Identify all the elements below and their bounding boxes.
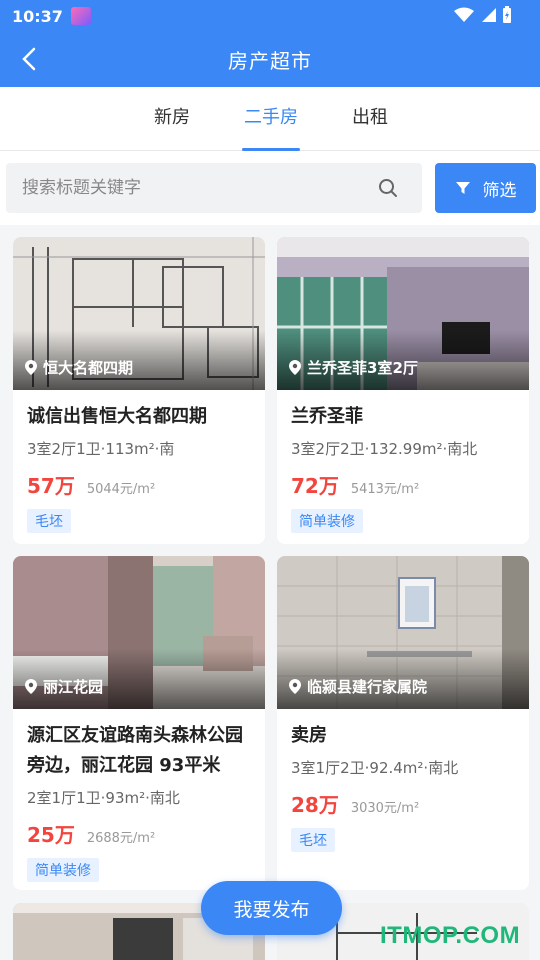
card-body: 源汇区友谊路南头森林公园旁边，丽江花园 93平米 2室1厅1卫·93m²·南北 … (13, 709, 265, 882)
price-row: 28万 3030元/m² (291, 789, 515, 818)
filter-button[interactable]: 筛选 (435, 163, 536, 213)
price-row: 57万 5044元/m² (27, 470, 251, 499)
unit-price: 2688元/m² (86, 831, 156, 846)
listing-photo: 临颍县建行家属院 (277, 556, 529, 709)
location-label: 临颍县建行家属院 (289, 676, 427, 697)
listing-price: 57万 (27, 474, 75, 498)
decoration-tag: 毛坯 (27, 509, 71, 533)
listing-price: 72万 (291, 474, 339, 498)
location-pin-icon (289, 360, 301, 375)
battery-icon (503, 6, 511, 23)
listing-card[interactable]: 恒大名都四期 诚信出售恒大名都四期 3室2厅1卫·113m²·南 57万 504… (13, 237, 265, 544)
search-box (6, 163, 422, 213)
listing-card[interactable]: 兰乔圣菲3室2厅 兰乔圣菲 3室2厅2卫·132.99m²·南北 72万 541… (277, 237, 529, 544)
location-label: 丽江花园 (25, 676, 103, 697)
unit-price: 3030元/m² (350, 801, 420, 816)
listing-title: 卖房 (291, 725, 327, 746)
filter-icon (455, 182, 470, 194)
top-app-bar: 10:37 房产超市 (0, 0, 540, 87)
listing-spec: 3室2厅1卫·113m²·南 (27, 440, 175, 458)
tab-second-hand[interactable]: 二手房 (238, 87, 304, 151)
chevron-left-icon (22, 47, 36, 71)
location-text: 临颍县建行家属院 (307, 678, 428, 696)
filter-label: 筛选 (482, 180, 517, 201)
listing-spec: 3室1厅2卫·92.4m²·南北 (291, 759, 459, 777)
category-tabs: 新房 二手房 出租 (0, 87, 540, 151)
status-time: 10:37 (12, 6, 63, 26)
search-row: 筛选 (0, 151, 540, 225)
back-button[interactable] (14, 44, 44, 74)
listing-card[interactable]: 丽江花园 源汇区友谊路南头森林公园旁边，丽江花园 93平米 2室1厅1卫·93m… (13, 556, 265, 890)
listing-spec: 3室2厅2卫·132.99m²·南北 (291, 440, 478, 458)
location-text: 恒大名都四期 (43, 359, 134, 377)
nav-bar: 房产超市 (0, 32, 540, 87)
price-row: 72万 5413元/m² (291, 470, 515, 499)
listing-photo: 丽江花园 (13, 556, 265, 709)
location-text: 丽江花园 (43, 678, 104, 696)
listing-photo: 恒大名都四期 (13, 237, 265, 390)
location-label: 恒大名都四期 (25, 357, 133, 378)
tab-new-house[interactable]: 新房 (140, 87, 204, 151)
listing-title: 兰乔圣菲 (291, 406, 363, 427)
watermark: ITMOP.COM (380, 922, 521, 949)
search-icon[interactable] (378, 178, 398, 198)
unit-price: 5044元/m² (86, 482, 156, 497)
listing-title: 诚信出售恒大名都四期 (27, 406, 207, 427)
card-body: 卖房 3室1厅2卫·92.4m²·南北 28万 3030元/m² 毛坯 (277, 709, 529, 852)
notification-app-icon (70, 7, 91, 25)
decoration-tag: 简单装修 (27, 858, 99, 882)
tab-rental[interactable]: 出租 (338, 87, 402, 151)
location-text: 兰乔圣菲3室2厅 (307, 359, 418, 377)
listing-photo: 兰乔圣菲3室2厅 (277, 237, 529, 390)
listing-card[interactable]: 临颍县建行家属院 卖房 3室1厅2卫·92.4m²·南北 28万 3030元/m… (277, 556, 529, 890)
decoration-tag: 毛坯 (291, 828, 335, 852)
publish-button[interactable]: 我要发布 (201, 881, 342, 935)
decoration-tag: 简单装修 (291, 509, 363, 533)
status-icons (454, 6, 512, 24)
page-title: 房产超市 (228, 49, 312, 73)
signal-icon (482, 8, 496, 22)
status-bar: 10:37 (0, 0, 540, 32)
wifi-icon (454, 7, 474, 22)
location-label: 兰乔圣菲3室2厅 (289, 357, 418, 378)
listing-price: 28万 (291, 793, 339, 817)
location-pin-icon (25, 360, 37, 375)
location-pin-icon (25, 679, 37, 694)
listing-spec: 2室1厅1卫·93m²·南北 (27, 789, 180, 807)
listing-price: 25万 (27, 823, 75, 847)
listing-title: 源汇区友谊路南头森林公园旁边，丽江花园 93平米 (27, 725, 243, 776)
search-input[interactable] (6, 163, 366, 213)
unit-price: 5413元/m² (350, 482, 420, 497)
card-body: 兰乔圣菲 3室2厅2卫·132.99m²·南北 72万 5413元/m² 简单装… (277, 390, 529, 533)
card-body: 诚信出售恒大名都四期 3室2厅1卫·113m²·南 57万 5044元/m² 毛… (13, 390, 265, 533)
location-pin-icon (289, 679, 301, 694)
price-row: 25万 2688元/m² (27, 819, 251, 848)
